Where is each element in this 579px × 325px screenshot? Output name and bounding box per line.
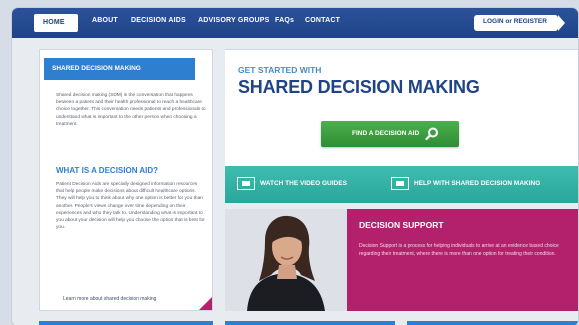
help-sdm-label: HELP WITH SHARED DECISION MAKING xyxy=(414,180,541,187)
get-started-heading: GET STARTED WITH xyxy=(238,65,322,75)
find-decision-aid-button[interactable]: FIND A DECISION AID xyxy=(321,121,459,147)
login-register-label: LOGIN or REGISTER xyxy=(483,18,547,25)
decision-aid-subhead: WHAT IS A DECISION AID? xyxy=(56,166,159,175)
search-icon xyxy=(425,127,438,141)
get-started-panel: GET STARTED WITH SHARED DECISION MAKING … xyxy=(225,49,578,166)
nav-about[interactable]: ABOUT xyxy=(92,17,118,24)
bottom-teaser-left xyxy=(39,321,213,325)
decision-support-title: DECISION SUPPORT xyxy=(359,220,444,230)
woman-portrait-image xyxy=(225,209,347,311)
browser-frame: HOME ABOUT DECISION AIDS ADVISORY GROUPS… xyxy=(12,8,578,325)
find-decision-aid-label: FIND A DECISION AID xyxy=(352,130,420,137)
nav-faqs[interactable]: FAQs xyxy=(275,17,294,24)
top-navigation: HOME ABOUT DECISION AIDS ADVISORY GROUPS… xyxy=(12,8,578,38)
page-title: SHARED DECISION MAKING xyxy=(238,77,480,97)
sdm-tab-label: SHARED DECISION MAKING xyxy=(52,65,141,72)
video-guides-label: WATCH THE VIDEO GUIDES xyxy=(260,180,347,187)
left-info-panel: SHARED DECISION MAKING Shared decision m… xyxy=(39,49,213,311)
decision-support-panel[interactable]: DECISION SUPPORT Decision Support is a p… xyxy=(225,209,578,311)
guides-bar: WATCH THE VIDEO GUIDES HELP WITH SHARED … xyxy=(225,166,578,203)
decision-aid-paragraph: Patient Decision Aids are specially desi… xyxy=(56,182,205,231)
video-icon xyxy=(237,177,255,190)
learn-more-link[interactable]: Learn more about shared decision making xyxy=(63,296,156,302)
corner-flag xyxy=(199,297,212,310)
sdm-tab[interactable]: SHARED DECISION MAKING xyxy=(44,58,195,80)
login-register-button[interactable]: LOGIN or REGISTER xyxy=(474,15,565,31)
nav-home-label: HOME xyxy=(43,19,65,26)
nav-advisory-groups[interactable]: ADVISORY GROUPS xyxy=(198,17,269,24)
nav-decision-aids[interactable]: DECISION AIDS xyxy=(131,17,186,24)
decision-support-text: Decision Support is a process for helpin… xyxy=(359,243,559,257)
nav-contact[interactable]: CONTACT xyxy=(305,17,340,24)
bottom-teaser-right xyxy=(407,321,578,325)
nav-home[interactable]: HOME xyxy=(34,14,78,32)
help-icon xyxy=(391,177,409,190)
sdm-paragraph: Shared decision making (SDM) is the conv… xyxy=(56,93,206,127)
bottom-teaser-middle xyxy=(225,321,395,325)
portrait-photo xyxy=(225,209,347,311)
